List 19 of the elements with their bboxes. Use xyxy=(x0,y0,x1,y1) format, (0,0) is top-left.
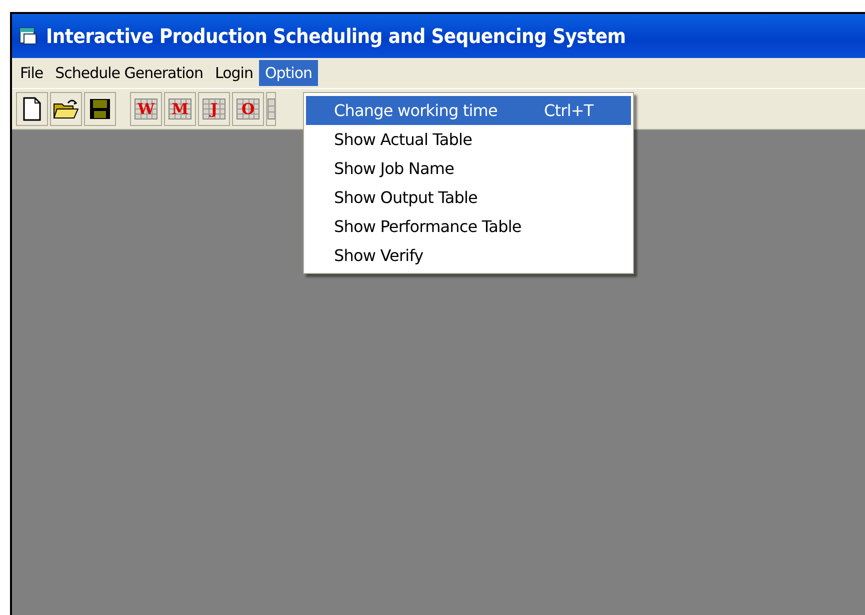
dropdown-menu-item[interactable]: Show Verify xyxy=(306,241,631,270)
blank-page-icon xyxy=(23,97,41,121)
dropdown-menu-item[interactable]: Show Output Table xyxy=(306,183,631,212)
table-icon xyxy=(267,98,275,120)
menu-item[interactable]: Login xyxy=(209,60,259,86)
dropdown-menu-item[interactable]: Show Performance Table xyxy=(306,212,631,241)
menu-item[interactable]: Schedule Generation xyxy=(49,60,209,86)
window-icon xyxy=(18,26,38,46)
dropdown-menu-item[interactable]: Show Job Name xyxy=(306,154,631,183)
save-button[interactable] xyxy=(84,92,116,126)
dropdown-menu-item[interactable]: Show Actual Table xyxy=(306,125,631,154)
open-folder-icon xyxy=(53,98,79,120)
menu-item[interactable]: Option xyxy=(258,60,318,86)
open-button[interactable] xyxy=(50,92,82,126)
dropdown-menu-item[interactable]: Change working time Ctrl+T xyxy=(306,96,631,125)
new-file-button[interactable] xyxy=(16,92,48,126)
table-button[interactable] xyxy=(266,92,276,126)
menu-item[interactable]: File xyxy=(14,60,50,86)
window-title: Interactive Production Scheduling and Sequencing System xyxy=(46,24,626,48)
